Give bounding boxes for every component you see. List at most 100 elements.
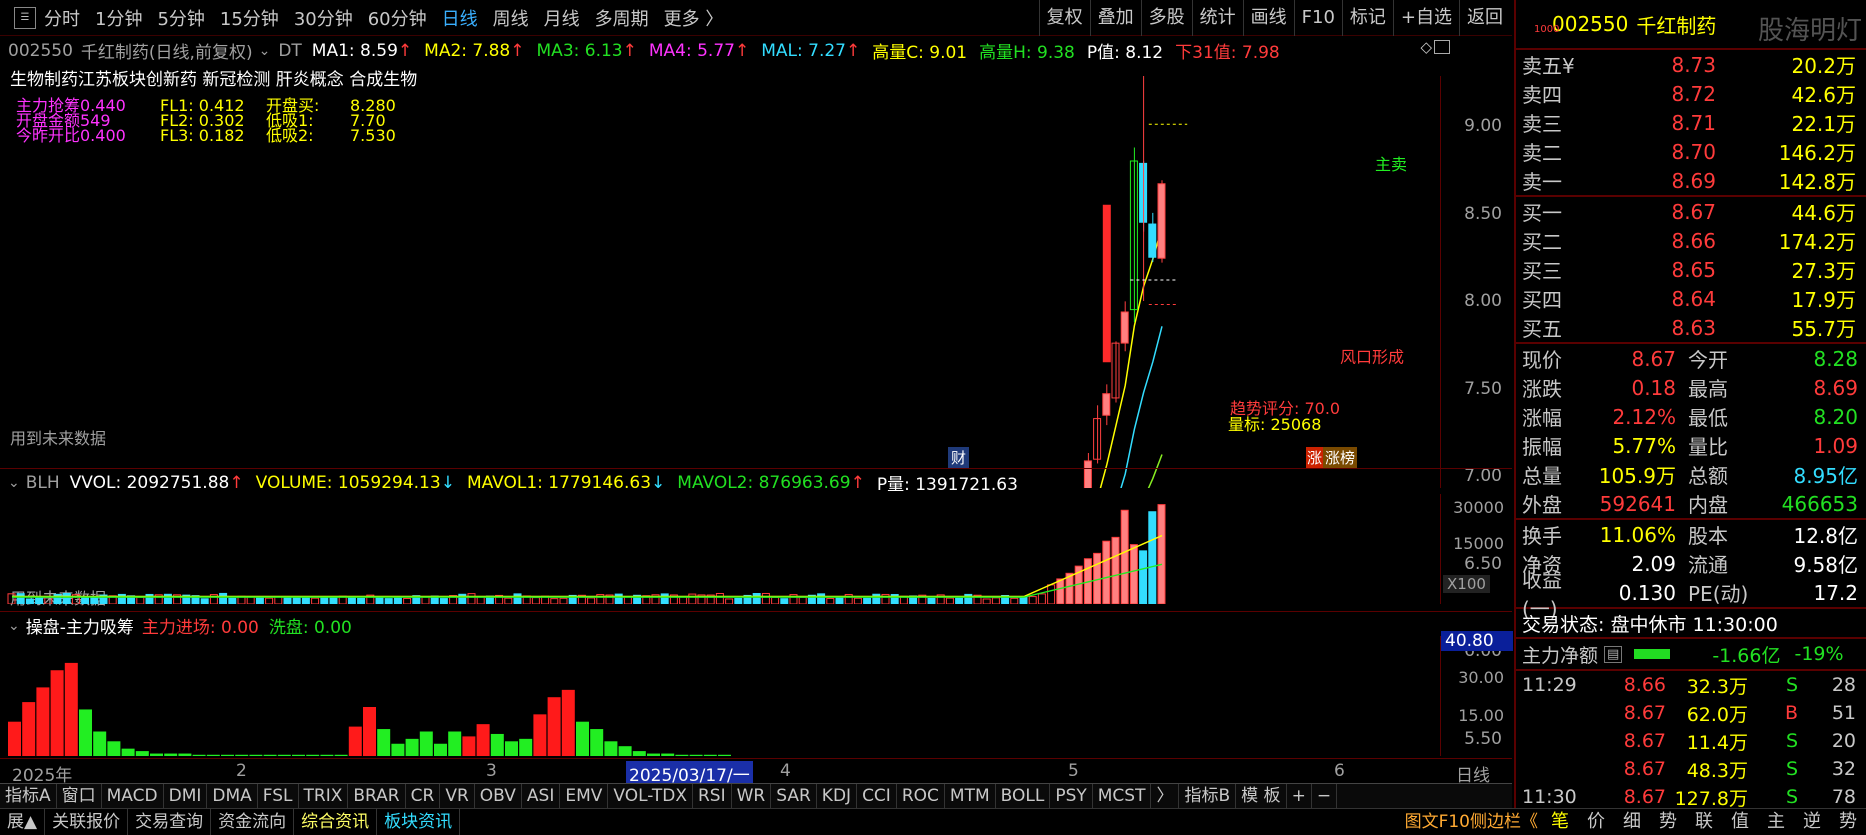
tool-button[interactable]: 画线: [1242, 0, 1294, 36]
chevron-down-icon[interactable]: ⌄: [8, 475, 20, 491]
diamond-icon[interactable]: ◇: [1420, 38, 1432, 56]
volume-bar: [53, 593, 62, 604]
indicator-tab[interactable]: BOLL: [996, 783, 1051, 809]
indicator-tab[interactable]: CCI: [857, 783, 897, 809]
period-tab[interactable]: 30分钟: [294, 5, 353, 31]
period-tab[interactable]: 分时: [44, 5, 80, 31]
side-tab[interactable]: 联: [1686, 809, 1722, 835]
force-bar: [263, 754, 277, 756]
status-link[interactable]: 综合资讯: [294, 809, 378, 835]
period-tab[interactable]: 1分钟: [95, 5, 142, 31]
period-tab[interactable]: 60分钟: [368, 5, 427, 31]
period-tab[interactable]: 多周期: [595, 5, 649, 31]
side-tab[interactable]: 图文F10侧边栏《: [1396, 809, 1542, 835]
indicator-tab[interactable]: +: [1287, 783, 1312, 809]
indicator-tab[interactable]: OBV: [475, 783, 522, 809]
tool-button[interactable]: +自选: [1392, 0, 1459, 36]
ma-item: MA4: 5.77↑: [649, 41, 749, 61]
indicator-tab[interactable]: VR: [440, 783, 475, 809]
period-tab[interactable]: 周线: [493, 5, 529, 31]
tick-count: 28: [1831, 674, 1856, 696]
indicator-tab[interactable]: MACD: [102, 783, 164, 809]
force-chart[interactable]: [0, 636, 1440, 756]
indicator-tab[interactable]: BRAR: [348, 783, 406, 809]
finance-badge[interactable]: 财: [948, 447, 970, 468]
ask-row[interactable]: 卖五¥ 8.73 20.2万: [1516, 50, 1866, 79]
side-tab[interactable]: 笔: [1542, 809, 1578, 835]
indicator-tab[interactable]: MCST: [1093, 783, 1152, 809]
status-link[interactable]: 展▲: [0, 809, 46, 835]
side-tab[interactable]: 势: [1830, 809, 1866, 835]
chevron-down-icon[interactable]: ⌄: [8, 618, 20, 634]
side-tab[interactable]: 主: [1758, 809, 1794, 835]
indicator-tab[interactable]: MTM: [945, 783, 996, 809]
ask-row[interactable]: 卖四 8.72 42.6万: [1516, 79, 1866, 108]
pvol-value: P量: 1391721.63: [876, 475, 1018, 495]
tool-button[interactable]: F10: [1293, 0, 1342, 36]
indicator-tab[interactable]: 〉: [1151, 783, 1180, 809]
tool-button[interactable]: 返回: [1459, 0, 1510, 36]
indicator-tab[interactable]: DMA: [207, 783, 258, 809]
tool-button[interactable]: 多股: [1140, 0, 1192, 36]
bid-row[interactable]: 买一 8.67 44.6万: [1516, 197, 1866, 226]
status-link[interactable]: 关联报价: [45, 809, 129, 835]
indicator-tab[interactable]: EMV: [560, 783, 609, 809]
status-link[interactable]: 资金流向: [211, 809, 295, 835]
volume-chart[interactable]: [0, 494, 1440, 604]
volume-bar: [219, 592, 228, 604]
indicator-tab[interactable]: 窗口: [57, 783, 102, 809]
ask-row[interactable]: 卖三 8.71 22.1万: [1516, 108, 1866, 137]
side-tab[interactable]: 逆: [1794, 809, 1830, 835]
indicator-tab[interactable]: WR: [732, 783, 772, 809]
ask-row[interactable]: 卖一 8.69 142.8万: [1516, 166, 1866, 195]
indicator-tab[interactable]: ROC: [897, 783, 945, 809]
volume-bar: [761, 592, 770, 604]
bid-row[interactable]: 买三 8.65 27.3万: [1516, 255, 1866, 284]
indicator-tab[interactable]: −: [1312, 783, 1338, 809]
indicator-tab[interactable]: 模 板: [1236, 783, 1287, 809]
indicator-tab[interactable]: TRIX: [299, 783, 349, 809]
period-tab[interactable]: 15分钟: [220, 5, 279, 31]
quote-badge: 1000: [1534, 24, 1560, 35]
limit-up-badge[interactable]: 涨 涨榜: [1306, 447, 1358, 468]
menu-icon[interactable]: ☰: [14, 6, 36, 29]
price-chart[interactable]: 9.385.20主卖主卖主卖风口形成: [0, 76, 1440, 488]
indicator-tab[interactable]: CR: [406, 783, 441, 809]
status-link[interactable]: 板块资讯: [377, 809, 461, 835]
indicator-tab[interactable]: PSY: [1050, 783, 1093, 809]
side-tab[interactable]: 细: [1614, 809, 1650, 835]
indicator-tab[interactable]: VOL-TDX: [608, 783, 693, 809]
period-tab[interactable]: 月线: [544, 5, 580, 31]
chart-tools: 复权 叠加 多股 统计 画线 F10 标记 +自选 返回: [1038, 0, 1510, 36]
force-bar: [22, 702, 36, 756]
indicator-tab[interactable]: 指标A: [0, 783, 57, 809]
bid-row[interactable]: 买二 8.66 174.2万: [1516, 226, 1866, 255]
status-link[interactable]: 交易查询: [128, 809, 212, 835]
tool-button[interactable]: 标记: [1341, 0, 1393, 36]
period-tab[interactable]: 更多 〉: [664, 5, 724, 31]
chevron-down-icon[interactable]: ⌄: [259, 43, 271, 59]
side-tab[interactable]: 值: [1722, 809, 1758, 835]
indicator-tab[interactable]: RSI: [693, 783, 732, 809]
side-tab[interactable]: 势: [1650, 809, 1686, 835]
bid-row[interactable]: 买四 8.64 17.9万: [1516, 284, 1866, 313]
period-tab[interactable]: 日线: [442, 5, 478, 31]
indicator-tab[interactable]: 指标B: [1179, 783, 1237, 809]
chart-mode: (日线,前复权): [148, 43, 253, 63]
maximize-icon[interactable]: [1434, 40, 1450, 54]
indicator-tab[interactable]: ASI: [522, 783, 561, 809]
indicator-tab[interactable]: DMI: [164, 783, 208, 809]
ma-item: 高量C: 9.01: [872, 38, 967, 63]
tool-button[interactable]: 叠加: [1089, 0, 1141, 36]
bid-row[interactable]: 买五 8.63 55.7万: [1516, 313, 1866, 342]
period-tab[interactable]: 5分钟: [157, 5, 204, 31]
ask-row[interactable]: 卖二 8.70 146.2万: [1516, 137, 1866, 166]
tool-button[interactable]: 复权: [1038, 0, 1090, 36]
side-tab[interactable]: 价: [1578, 809, 1614, 835]
indicator-tab[interactable]: SAR: [771, 783, 817, 809]
tool-button[interactable]: 统计: [1191, 0, 1243, 36]
list-icon[interactable]: ▤: [1604, 645, 1623, 663]
volume-bar: [982, 598, 991, 604]
indicator-tab[interactable]: FSL: [258, 783, 299, 809]
indicator-tab[interactable]: KDJ: [817, 783, 858, 809]
